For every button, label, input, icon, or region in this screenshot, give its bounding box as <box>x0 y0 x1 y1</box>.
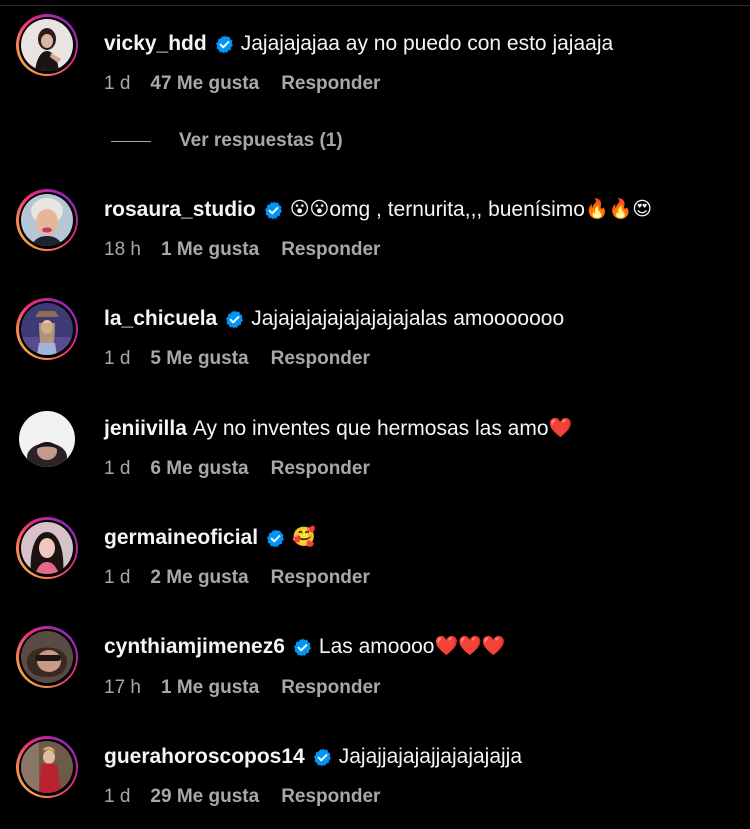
comment-time: 18 h <box>104 239 141 260</box>
verified-badge-icon <box>263 200 284 221</box>
comment-username[interactable]: guerahoroscopos14 <box>104 744 305 770</box>
avatar[interactable] <box>21 741 73 793</box>
comment-emoji: 🥰 <box>292 527 316 548</box>
comment-likes[interactable]: 47 Me gusta <box>150 72 259 96</box>
comment-time: 17 h <box>104 677 141 698</box>
comment-username[interactable]: vicky_hdd <box>104 31 207 57</box>
reply-button[interactable]: Responder <box>281 676 380 700</box>
comment-time: 1 d <box>104 348 131 369</box>
reply-button[interactable]: Responder <box>271 347 370 371</box>
verified-badge-icon <box>292 637 313 658</box>
avatar-wrapper[interactable] <box>16 408 78 470</box>
avatar[interactable] <box>21 303 73 355</box>
comment-text: Jajajajajajajajajajalas amooooooo <box>251 307 565 330</box>
avatar-story-ring[interactable] <box>16 298 78 360</box>
reply-button[interactable]: Responder <box>271 566 370 590</box>
reply-button[interactable]: Responder <box>281 72 380 96</box>
comment-time: 1 d <box>104 73 131 94</box>
comment-emoji: ❤️ <box>548 418 573 439</box>
comment-time: 1 d <box>104 567 131 588</box>
avatar[interactable] <box>19 411 75 467</box>
avatar-story-ring[interactable] <box>16 517 78 579</box>
verified-badge-icon <box>312 747 333 768</box>
comment-item: la_chicuela Jajajajajajajajajajalas amoo… <box>0 286 750 386</box>
comment-emoji: 🔥🔥😍 <box>584 199 653 220</box>
comment-username[interactable]: rosaura_studio <box>104 197 256 223</box>
avatar[interactable] <box>21 522 73 574</box>
comment-emoji: ❤️❤️❤️ <box>434 636 506 657</box>
view-replies-label: Ver respuestas (1) <box>179 130 343 151</box>
avatar-story-ring[interactable] <box>16 736 78 798</box>
comment-likes[interactable]: 29 Me gusta <box>150 785 259 809</box>
avatar-story-ring[interactable] <box>16 626 78 688</box>
comment-username[interactable]: cynthiamjimenez6 <box>104 634 285 660</box>
comment-likes[interactable]: 2 Me gusta <box>150 566 248 590</box>
comment-text: Jajajajajaa ay no puedo con esto jajaaja <box>240 32 614 55</box>
comment-item: vicky_hdd Jajajajajaa ay no puedo con es… <box>0 0 750 100</box>
reply-button[interactable]: Responder <box>281 785 380 809</box>
comment-text: Jajajjajajajjajajajajja <box>338 745 523 768</box>
avatar-story-ring[interactable] <box>16 14 78 76</box>
view-replies-dash <box>111 140 151 142</box>
comment-time: 1 d <box>104 786 131 807</box>
avatar-story-ring[interactable] <box>16 189 78 251</box>
verified-badge-icon <box>265 528 286 549</box>
comment-item: guerahoroscopos14 Jajajjajajajjajajajajj… <box>0 724 750 824</box>
verified-badge-icon <box>224 309 245 330</box>
comment-item: rosaura_studio 😮😮 omg , ternurita,,, bue… <box>0 176 750 276</box>
comment-username[interactable]: jeniivilla <box>104 416 187 442</box>
comment-item: cynthiamjimenez6 Las amoooo ❤️❤️❤️ 17 h … <box>0 614 750 714</box>
comment-likes[interactable]: 5 Me gusta <box>150 347 248 371</box>
avatar[interactable] <box>21 631 73 683</box>
comment-text: omg , ternurita,,, buenísimo <box>329 198 585 221</box>
comment-likes[interactable]: 1 Me gusta <box>161 676 259 700</box>
comment-username[interactable]: la_chicuela <box>104 306 217 332</box>
view-replies-button[interactable]: Ver respuestas (1) <box>111 130 343 152</box>
comment-time: 1 d <box>104 458 131 479</box>
comment-emoji-prefix: 😮😮 <box>289 199 330 220</box>
comment-item: germaineoficial 🥰 1 d 2 Me gusta Respond… <box>0 505 750 605</box>
comment-text: Las amoooo <box>318 635 435 658</box>
comment-username[interactable]: germaineoficial <box>104 525 258 551</box>
avatar[interactable] <box>21 19 73 71</box>
comment-likes[interactable]: 1 Me gusta <box>161 238 259 262</box>
reply-button[interactable]: Responder <box>271 457 370 481</box>
avatar[interactable] <box>21 194 73 246</box>
comment-likes[interactable]: 6 Me gusta <box>150 457 248 481</box>
reply-button[interactable]: Responder <box>281 238 380 262</box>
comment-text: Ay no inventes que hermosas las amo <box>192 417 549 440</box>
comment-item: jeniivilla Ay no inventes que hermosas l… <box>0 396 750 496</box>
verified-badge-icon <box>214 34 235 55</box>
